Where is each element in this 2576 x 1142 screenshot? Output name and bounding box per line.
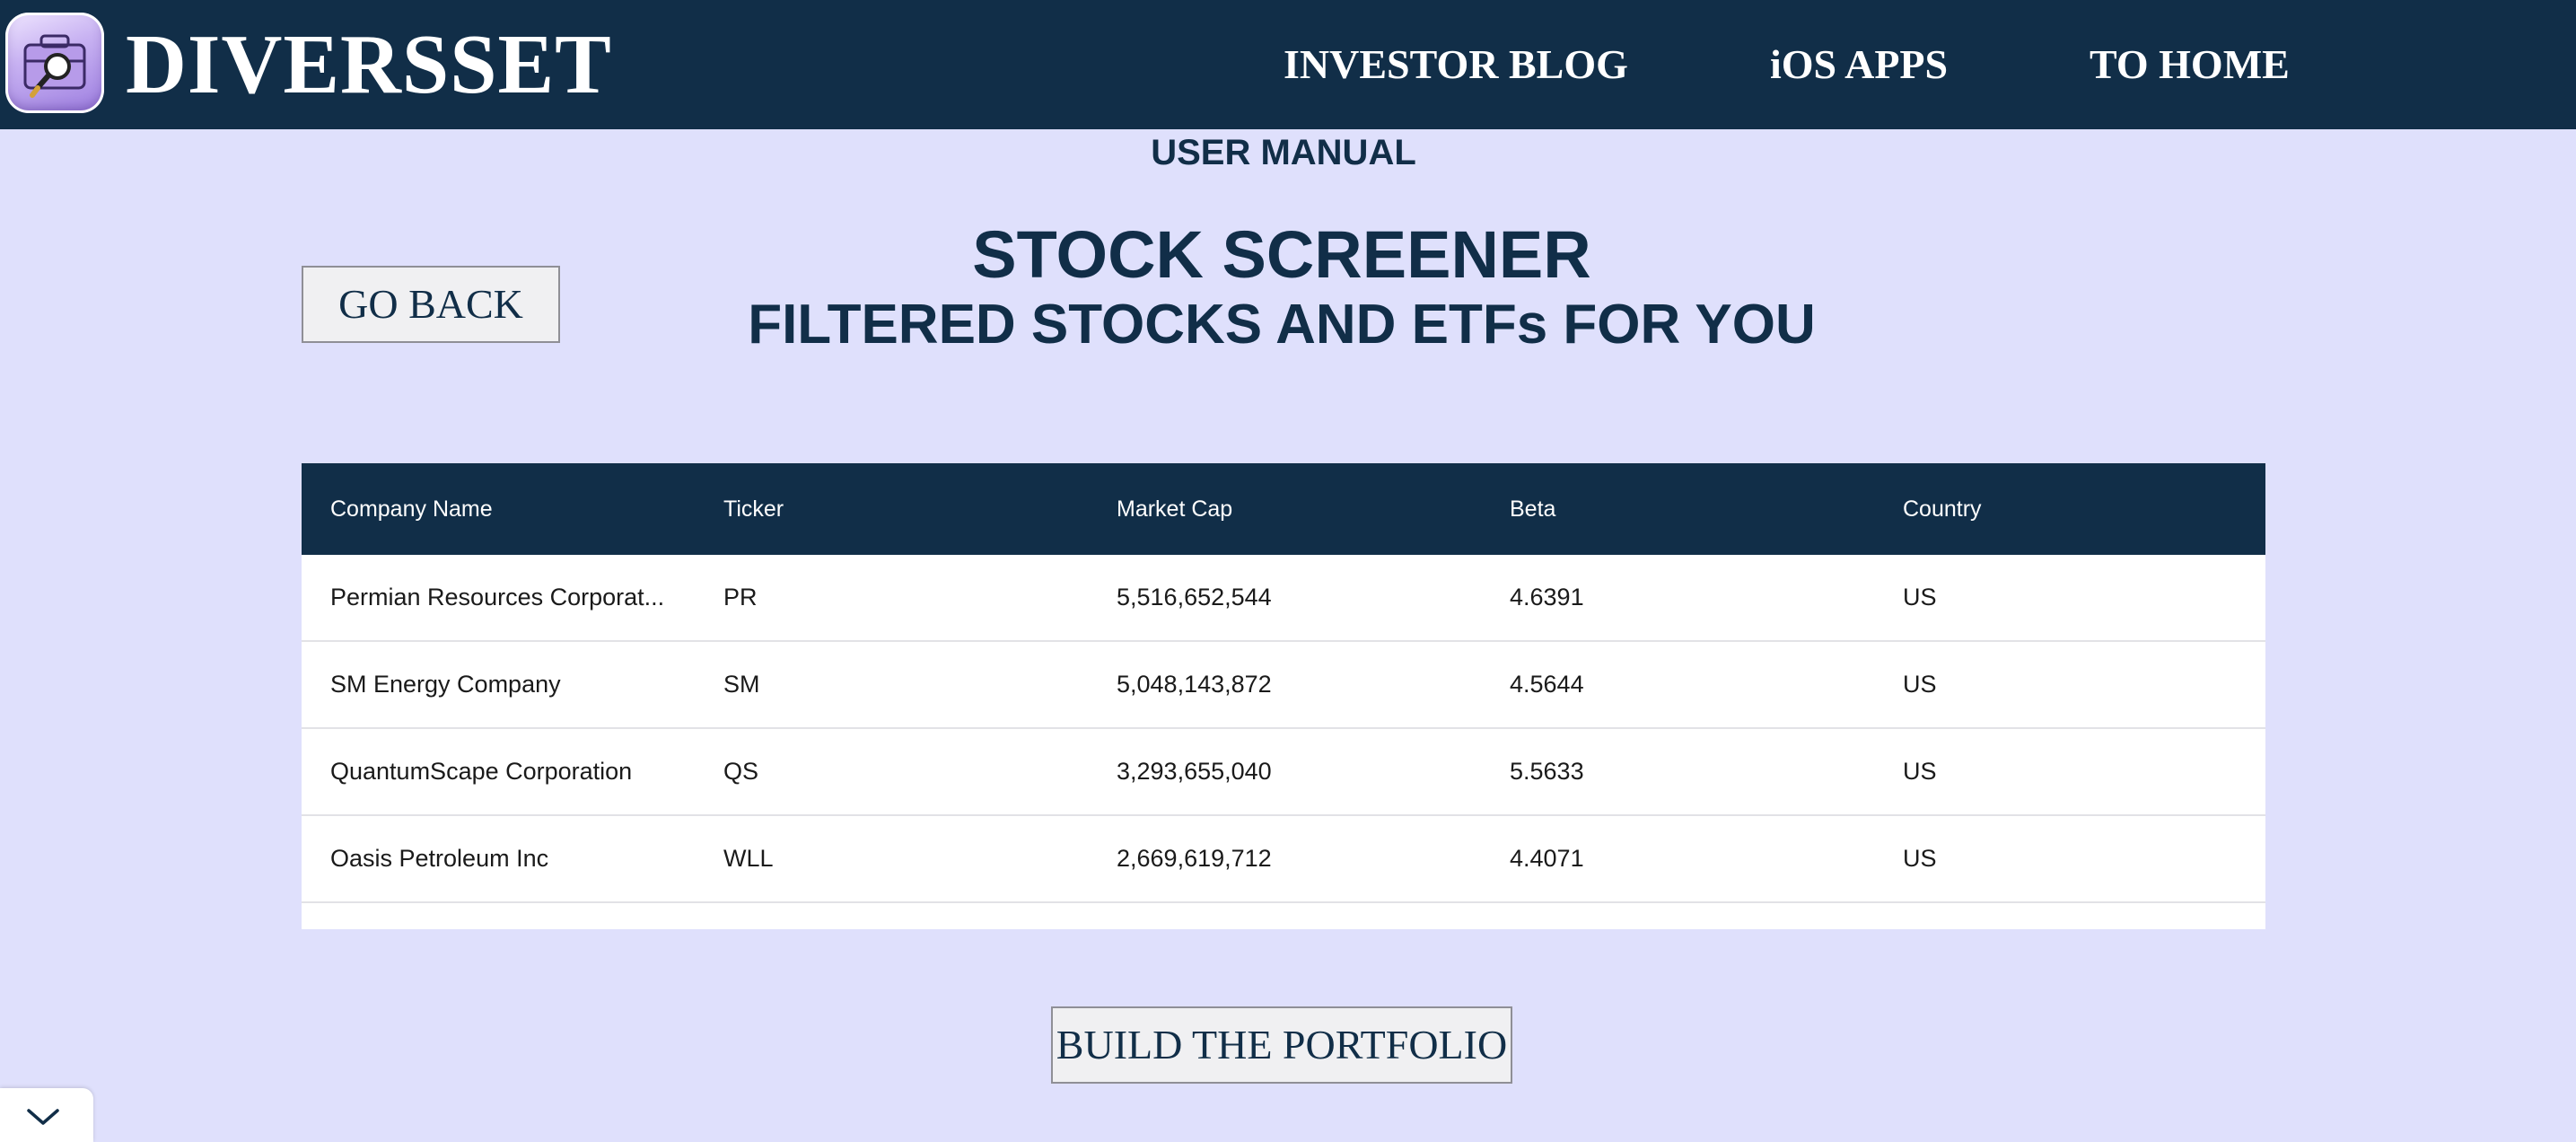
brand-name[interactable]: DIVERSSET	[126, 9, 612, 120]
cell-market-cap: 2,669,619,712	[1088, 815, 1481, 903]
cell-beta: 4.4071	[1481, 815, 1874, 903]
app-logo-icon[interactable]	[5, 13, 104, 113]
nav-link-ios-apps[interactable]: iOS APPS	[1770, 36, 1948, 93]
table-row[interactable]: Permian Resources Corporat... PR 5,516,6…	[302, 555, 2265, 642]
cell-ticker: PR	[695, 555, 1088, 642]
cell-beta: 4.6391	[1481, 555, 1874, 642]
cell-company-name: QuantumScape Corporation	[302, 728, 695, 816]
stocks-table-container: Company Name Ticker Market Cap Beta Coun…	[302, 463, 2265, 929]
collapse-toggle[interactable]	[0, 1088, 93, 1142]
column-header-ticker[interactable]: Ticker	[695, 463, 1088, 555]
table-header-row: Company Name Ticker Market Cap Beta Coun…	[302, 463, 2265, 555]
cell-company-name: Permian Resources Corporat...	[302, 555, 695, 642]
cell-country: US	[1874, 728, 2265, 816]
nav-link-investor-blog[interactable]: INVESTOR BLOG	[1284, 36, 1628, 93]
cell-beta: 4.5644	[1481, 641, 1874, 729]
cell-country: US	[1874, 815, 2265, 903]
top-navbar: DIVERSSET INVESTOR BLOG iOS APPS TO HOME	[0, 0, 2576, 129]
cell-country: US	[1874, 555, 2265, 642]
cell-ticker: WLL	[695, 815, 1088, 903]
build-portfolio-button[interactable]: BUILD THE PORTFOLIO	[1051, 1006, 1512, 1084]
cell-country: US	[1874, 641, 2265, 729]
table-row[interactable]: Oasis Petroleum Inc WLL 2,669,619,712 4.…	[302, 815, 2265, 903]
cell-ticker: QS	[695, 728, 1088, 816]
cell-company-name: SM Energy Company	[302, 641, 695, 729]
stocks-table: Company Name Ticker Market Cap Beta Coun…	[302, 463, 2265, 903]
go-back-button[interactable]: GO BACK	[302, 266, 560, 343]
table-row[interactable]: SM Energy Company SM 5,048,143,872 4.564…	[302, 641, 2265, 729]
user-manual-link[interactable]: USER MANUAL	[0, 129, 2567, 176]
column-header-beta[interactable]: Beta	[1481, 463, 1874, 555]
briefcase-magnifier-icon	[23, 34, 86, 98]
chevron-down-icon	[27, 1109, 59, 1125]
column-header-company-name[interactable]: Company Name	[302, 463, 695, 555]
column-header-market-cap[interactable]: Market Cap	[1088, 463, 1481, 555]
table-row[interactable]: QuantumScape Corporation QS 3,293,655,04…	[302, 728, 2265, 816]
cell-market-cap: 5,048,143,872	[1088, 641, 1481, 729]
nav-link-to-home[interactable]: TO HOME	[2090, 36, 2290, 93]
cell-market-cap: 5,516,652,544	[1088, 555, 1481, 642]
cell-market-cap: 3,293,655,040	[1088, 728, 1481, 816]
cell-ticker: SM	[695, 641, 1088, 729]
cell-beta: 5.5633	[1481, 728, 1874, 816]
column-header-country[interactable]: Country	[1874, 463, 2265, 555]
cell-company-name: Oasis Petroleum Inc	[302, 815, 695, 903]
